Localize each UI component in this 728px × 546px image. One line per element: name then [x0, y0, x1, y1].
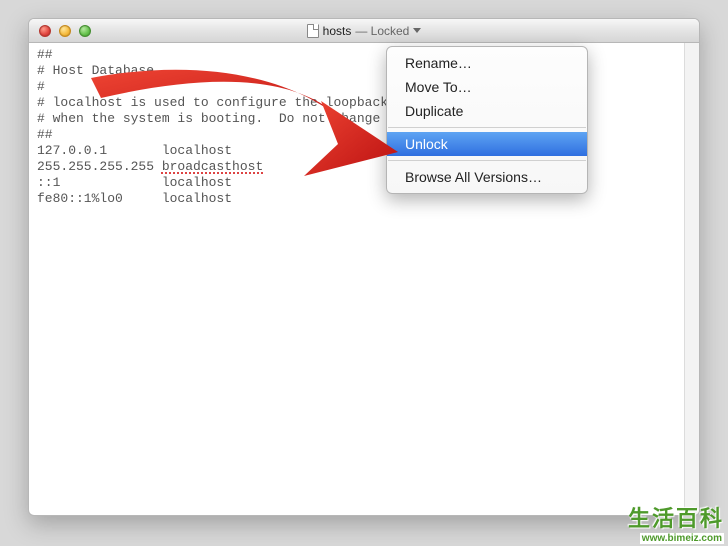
menu-item-move-to[interactable]: Move To… — [387, 75, 587, 99]
menu-item-browse-all-versions[interactable]: Browse All Versions… — [387, 165, 587, 189]
window-status[interactable]: — Locked — [355, 24, 421, 38]
menu-separator — [388, 127, 586, 128]
title-center[interactable]: hosts — Locked — [29, 19, 699, 42]
window-filename: hosts — [323, 24, 352, 38]
menu-item-duplicate[interactable]: Duplicate — [387, 99, 587, 123]
menu-item-rename[interactable]: Rename… — [387, 51, 587, 75]
menu-separator — [388, 160, 586, 161]
text-editor-window: hosts — Locked ### Host Database## local… — [28, 18, 700, 516]
window-titlebar: hosts — Locked — [29, 19, 699, 43]
spellcheck-underline: broadcasthost — [162, 159, 263, 174]
document-icon — [307, 24, 319, 38]
watermark-text: 生活百科 — [628, 501, 724, 533]
watermark-url: www.bimeiz.com — [640, 533, 724, 544]
title-dropdown-menu: Rename…Move To…Duplicate Unlock Browse All… — [386, 46, 588, 194]
chevron-down-icon — [413, 28, 421, 33]
vertical-scrollbar[interactable] — [684, 43, 699, 515]
watermark: 生活百科 www.bimeiz.com — [628, 501, 724, 544]
menu-item-unlock[interactable]: Unlock — [387, 132, 587, 156]
